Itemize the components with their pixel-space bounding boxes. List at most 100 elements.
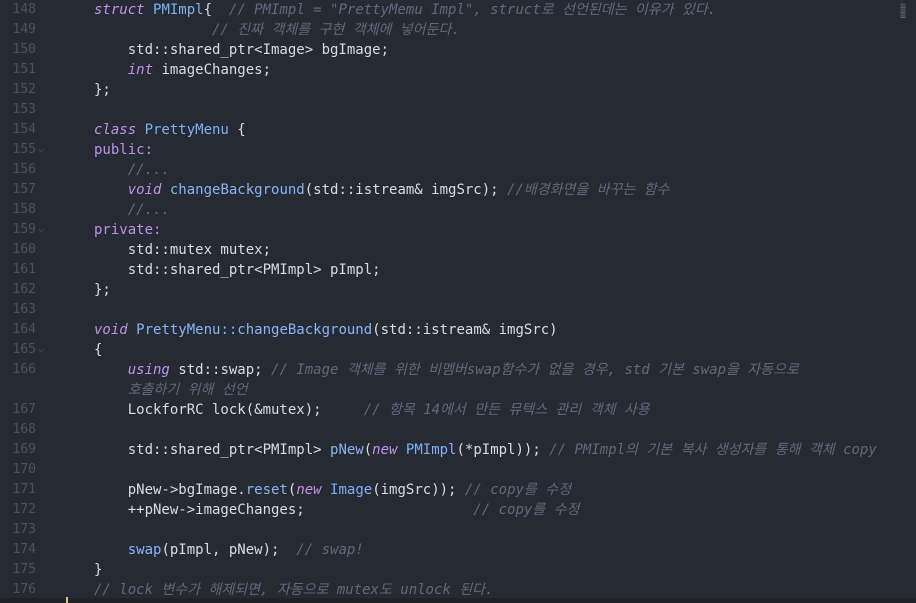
code-text: //...: [94, 160, 170, 180]
code-token: ++pNew->imageChanges;: [94, 502, 474, 518]
code-line[interactable]: 173: [0, 520, 916, 540]
code-token: }: [94, 562, 103, 578]
code-text: }: [94, 560, 102, 580]
code-text: pNew->bgImage.reset(new Image(imgSrc)); …: [94, 480, 571, 500]
code-token: // PMImpl의 기본 복사 생성자를 통해 객체 copy: [549, 442, 877, 458]
line-number: 169: [12, 442, 36, 457]
fold-chevron-icon[interactable]: ⌵: [38, 220, 50, 240]
line-number: 150: [12, 42, 36, 57]
code-line[interactable]: 157 void changeBackground(std::istream& …: [0, 180, 916, 200]
code-token: std::mutex mutex;: [94, 242, 272, 258]
code-token: pNew: [330, 442, 364, 458]
code-token: // 진짜 객체를 구현 객체에 넣어둔다.: [94, 22, 460, 38]
code-line[interactable]: 172 ++pNew->imageChanges; // copy를 수정: [0, 500, 916, 520]
line-number: 163: [12, 302, 36, 317]
code-token: // lock 변수가 해제되면, 자동으로 mutex도 unlock 된다.: [94, 582, 494, 598]
code-line[interactable]: 154 class PrettyMenu {: [0, 120, 916, 140]
code-line[interactable]: 151 int imageChanges;: [0, 60, 916, 80]
code-text: // 진짜 객체를 구현 객체에 넣어둔다.: [94, 20, 460, 40]
code-line[interactable]: 164 void PrettyMenu::changeBackground(std…: [0, 320, 916, 340]
code-line[interactable]: 156 //...: [0, 160, 916, 180]
code-token: void: [94, 322, 137, 338]
code-text: // lock 변수가 해제되면, 자동으로 mutex도 unlock 된다.: [94, 580, 493, 600]
line-number: 157: [12, 182, 36, 197]
line-number: 159: [12, 222, 36, 237]
line-number: 152: [12, 82, 36, 97]
line-number: 156: [12, 162, 36, 177]
code-token: //...: [94, 202, 170, 218]
code-text: swap(pImpl, pNew); // swap!: [94, 540, 364, 560]
code-line[interactable]: 160 std::mutex mutex;: [0, 240, 916, 260]
code-text: int imageChanges;: [94, 60, 271, 80]
line-number: 171: [12, 482, 36, 497]
code-token: {: [228, 122, 246, 138]
code-token: {: [203, 2, 229, 18]
line-number: 167: [12, 402, 36, 417]
line-number: 173: [12, 522, 36, 537]
code-editor[interactable]: ≡ ≡ ≡ 148 struct PMImpl{ // PMImpl = "Prett…: [0, 0, 916, 603]
code-token: struct: [94, 2, 154, 18]
line-number: 151: [12, 62, 36, 77]
code-line[interactable]: 149 // 진짜 객체를 구현 객체에 넣어둔다.: [0, 20, 916, 40]
code-token: public:: [94, 142, 154, 158]
code-text: };: [94, 80, 111, 100]
code-line[interactable]: 175}: [0, 560, 916, 580]
code-token: using: [127, 362, 170, 378]
code-line[interactable]: 174 swap(pImpl, pNew); // swap!: [0, 540, 916, 560]
code-line[interactable]: 150 std::shared_ptr<Image> bgImage;: [0, 40, 916, 60]
code-line[interactable]: 155 ⌵ public:: [0, 140, 916, 160]
code-text: ++pNew->imageChanges; // copy를 수정: [94, 500, 580, 520]
code-token: LockforRC lock(&mutex);: [94, 402, 364, 418]
code-line[interactable]: 152};: [0, 80, 916, 100]
code-line[interactable]: 148 struct PMImpl{ // PMImpl = "PrettyMem…: [0, 0, 916, 20]
code-line[interactable]: 170: [0, 460, 916, 480]
code-line[interactable]: 161 std::shared_ptr<PMImpl> pImpl;: [0, 260, 916, 280]
code-token: std::swap;: [169, 362, 272, 378]
code-line[interactable]: 153: [0, 100, 916, 120]
code-text: std::shared_ptr<PMImpl> pImpl;: [94, 260, 381, 280]
code-line[interactable]: 162};: [0, 280, 916, 300]
line-number: 148: [12, 2, 36, 17]
code-text: //...: [94, 200, 170, 220]
code-line[interactable]: 호출하기 위해 선언: [0, 380, 916, 400]
code-line[interactable]: 169 std::shared_ptr<PMImpl> pNew(new PMI…: [0, 440, 916, 460]
code-text: class PrettyMenu {: [94, 120, 246, 140]
code-token: (: [363, 442, 373, 458]
code-text: std::shared_ptr<Image> bgImage;: [94, 40, 389, 60]
code-line[interactable]: 163: [0, 300, 916, 320]
code-token: (imgSrc));: [372, 482, 465, 498]
code-token: PMImpl: [405, 442, 457, 458]
code-line[interactable]: 176 // lock 변수가 해제되면, 자동으로 mutex도 unlock …: [0, 580, 916, 600]
code-line[interactable]: 167 LockforRC lock(&mutex); // 항목 14에서 만…: [0, 400, 916, 420]
code-token: private:: [94, 222, 162, 238]
code-text: public:: [94, 140, 153, 160]
code-line[interactable]: 158 //...: [0, 200, 916, 220]
line-number: 161: [12, 262, 36, 277]
code-text: using std::swap; // Image 객체를 위한 비멤버swap…: [94, 360, 799, 380]
code-token: // swap!: [296, 542, 364, 558]
code-line[interactable]: 168: [0, 420, 916, 440]
code-text: void PrettyMenu::changeBackground(std::i…: [94, 320, 558, 340]
code-token: PrettyMenu: [144, 122, 229, 138]
code-token: imageChanges;: [153, 62, 272, 78]
code-token: // copy를 수정: [473, 502, 580, 518]
code-line[interactable]: 159 ⌵ private:: [0, 220, 916, 240]
code-text: 호출하기 위해 선언: [94, 380, 248, 400]
code-line[interactable]: 165 ⌵ {: [0, 340, 916, 360]
line-number: 153: [12, 102, 36, 117]
code-token: PrettyMenu::changeBackground: [136, 322, 373, 338]
code-line[interactable]: 166 using std::swap; // Image 객체를 위한 비멤버…: [0, 360, 916, 380]
code-token: {: [94, 342, 103, 358]
code-token: void: [127, 182, 162, 198]
line-number: 160: [12, 242, 36, 257]
line-number: 172: [12, 502, 36, 517]
code-text: private:: [94, 220, 161, 240]
code-line[interactable]: 171 pNew->bgImage.reset(new Image(imgSrc…: [0, 480, 916, 500]
line-number: 154: [12, 122, 36, 137]
fold-chevron-icon[interactable]: ⌵: [38, 340, 50, 360]
line-number: 166: [12, 362, 36, 377]
fold-chevron-icon[interactable]: ⌵: [38, 140, 50, 160]
